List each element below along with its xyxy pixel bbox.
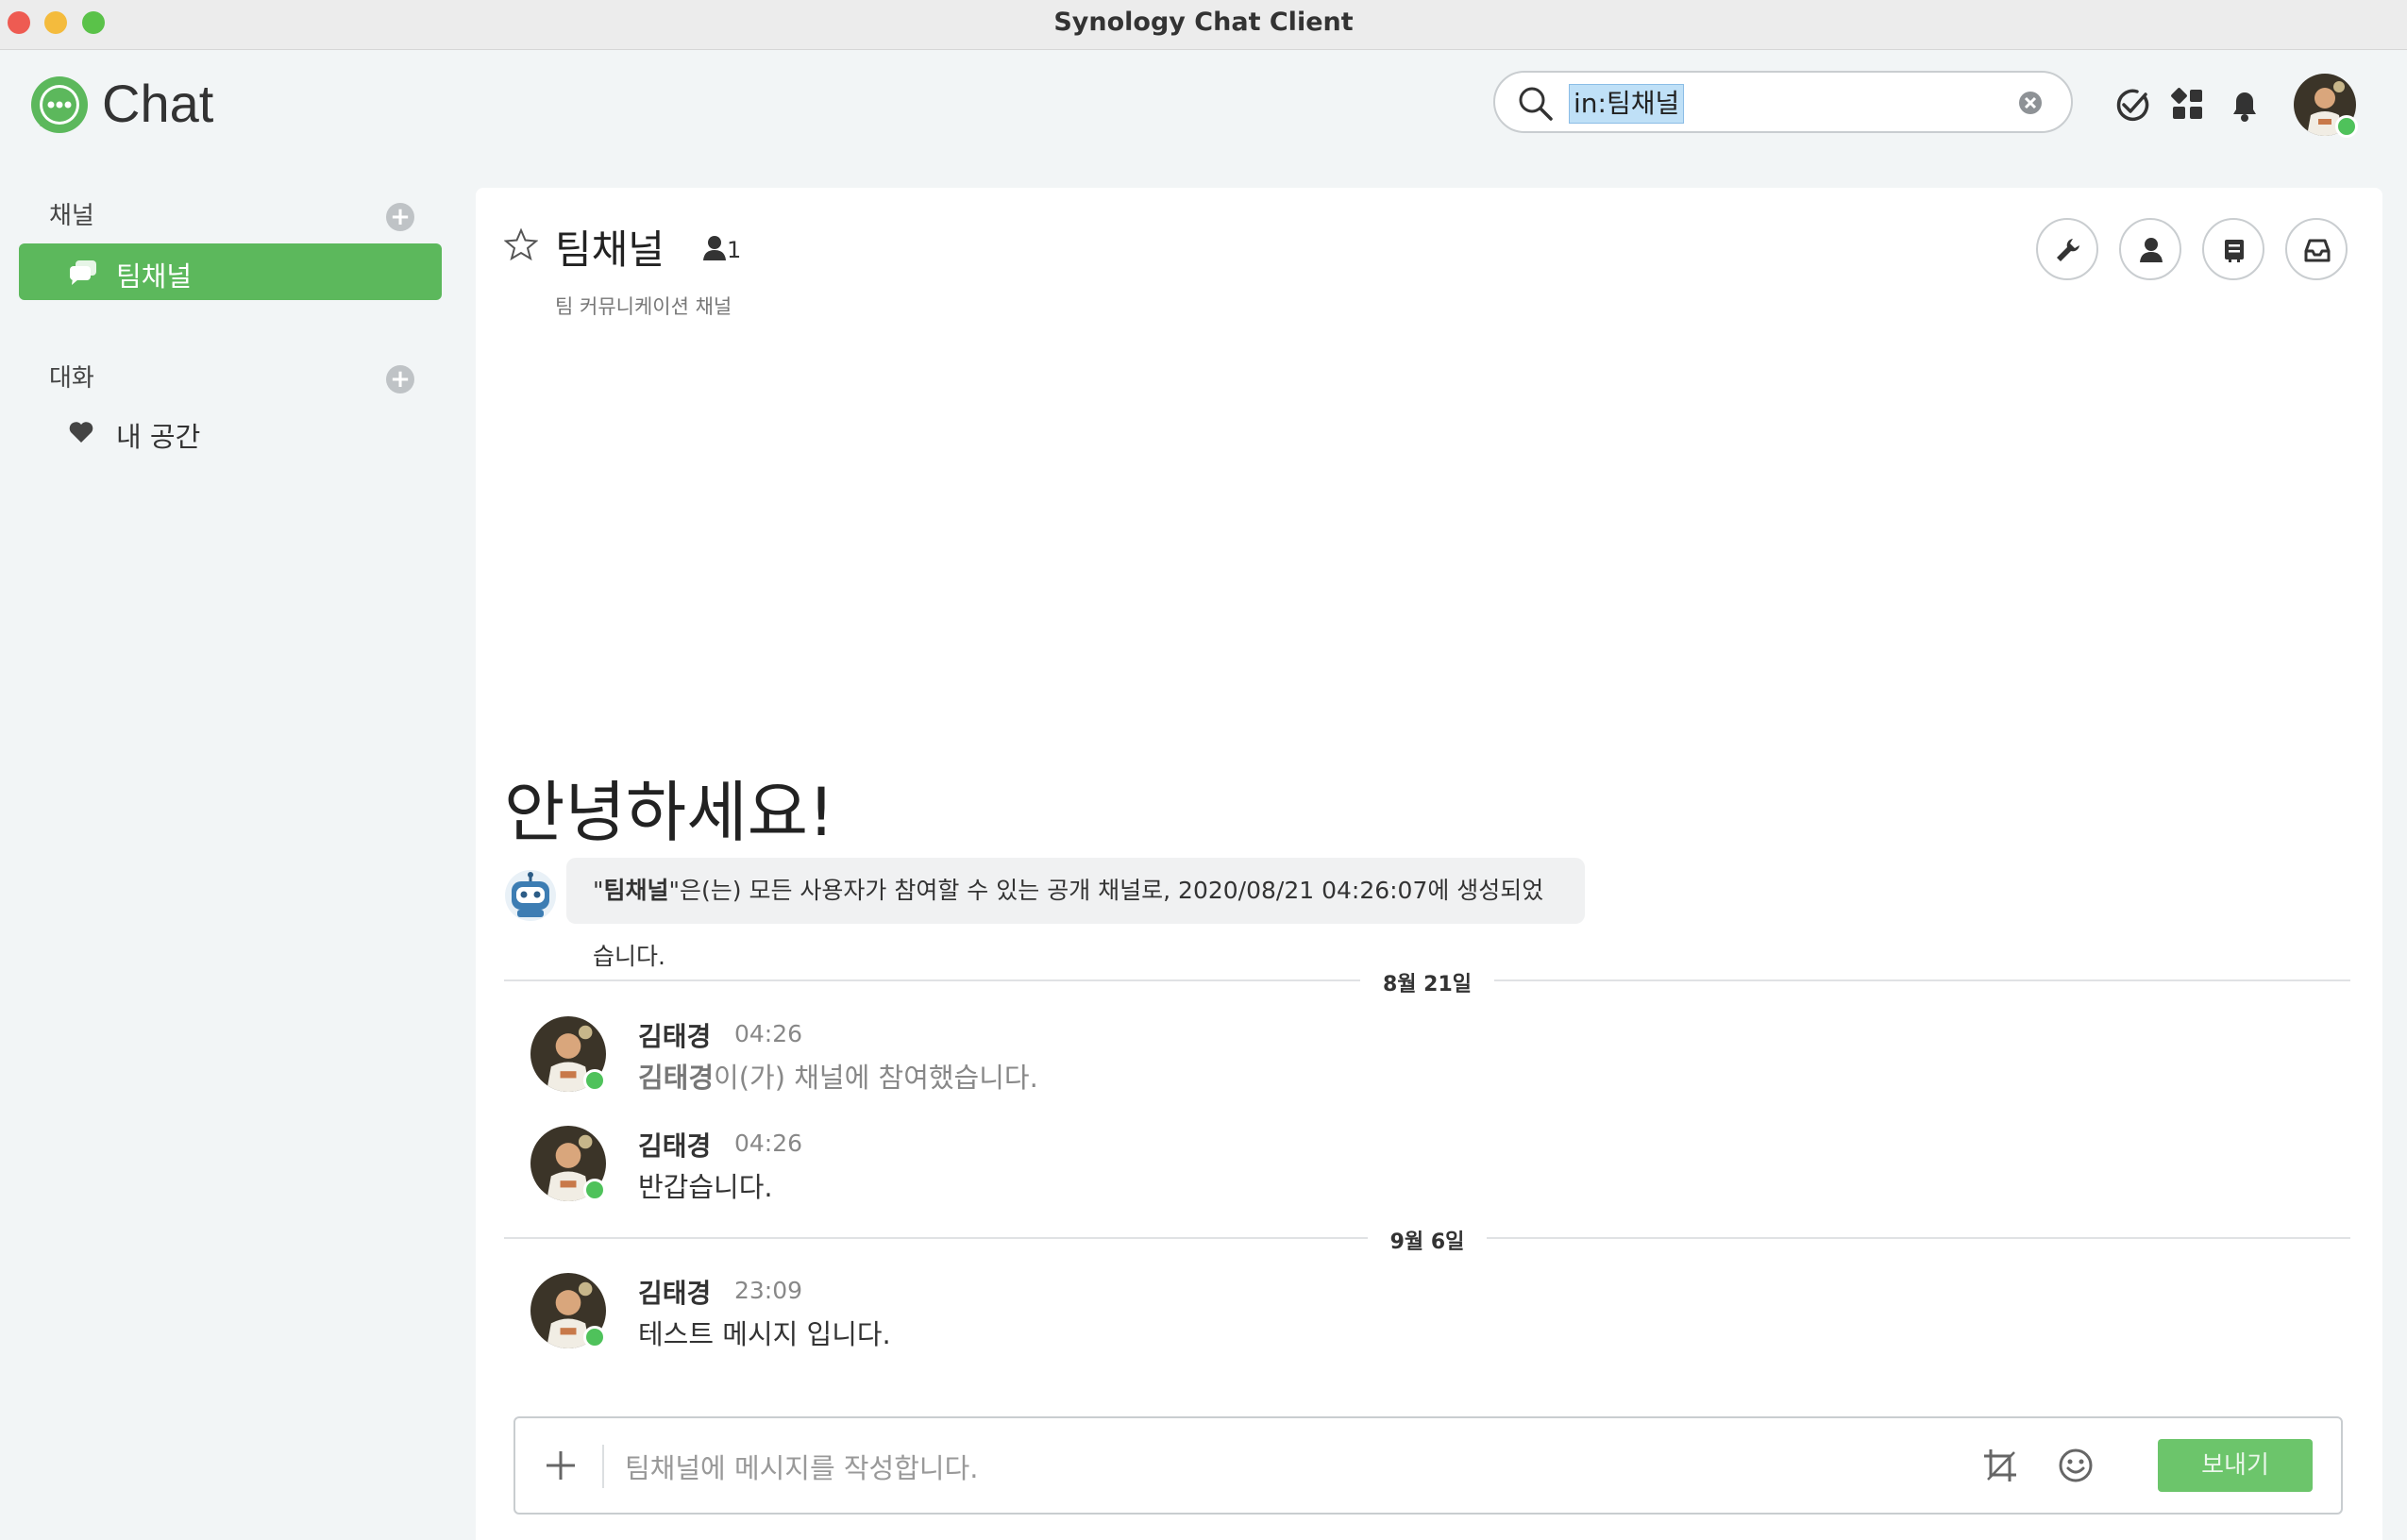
sidebar-item-team-channel[interactable]: 팀채널: [19, 243, 442, 300]
check-circle-icon[interactable]: [2112, 86, 2150, 124]
person-icon: [703, 236, 726, 260]
date-separator: 9월 6일: [504, 1219, 2350, 1257]
emoji-icon[interactable]: [2058, 1448, 2094, 1483]
person-icon: [2140, 238, 2163, 262]
sidebar-item-label: 팀채널: [116, 260, 193, 293]
sidebar-item-label: 내 공간: [116, 421, 201, 453]
channel-title: 팀채널: [555, 226, 665, 273]
inbox-icon: [2304, 239, 2331, 262]
system-message-text: "은(는) 모든 사용자가 참여할 수 있는 공개 채널로, 2020/08/2…: [593, 877, 1544, 970]
user-avatar[interactable]: [2294, 74, 2358, 138]
members-button[interactable]: [2119, 218, 2181, 280]
message-time: 04:26: [734, 1130, 803, 1157]
composer-divider: [602, 1445, 604, 1488]
heart-icon: [69, 422, 93, 443]
search-input[interactable]: in:팀채널: [1493, 71, 2073, 133]
message-input[interactable]: 팀채널에 메시지를 작성합니다.: [625, 1447, 979, 1486]
member-count-value: 1: [727, 237, 742, 263]
message-author[interactable]: 김태경: [638, 1016, 711, 1054]
date-label: 8월 21일: [1359, 973, 1495, 996]
add-conversation-button[interactable]: +: [386, 365, 414, 393]
channel-settings-button[interactable]: [2036, 218, 2098, 280]
search-icon: [1519, 87, 1553, 121]
date-label: 9월 6일: [1367, 1230, 1488, 1254]
member-count[interactable]: 1: [702, 235, 741, 263]
bell-icon[interactable]: [2226, 86, 2264, 124]
avatar[interactable]: [530, 1273, 606, 1348]
search-query[interactable]: in:팀채널: [1569, 84, 1685, 124]
online-status-indicator: [583, 1179, 606, 1201]
plus-icon[interactable]: [544, 1448, 578, 1482]
channel-name-bold: 팀채널: [603, 877, 669, 904]
channels-section-title: 채널: [49, 202, 94, 230]
app-header: Chat in:팀채널: [0, 50, 2407, 161]
message-text: 김태경이(가) 채널에 참여했습니다.: [638, 1056, 1038, 1096]
online-status-indicator: [583, 1326, 606, 1348]
channel-description: 팀 커뮤니케이션 채널: [555, 295, 732, 318]
joined-user-name: 김태경: [638, 1062, 715, 1094]
send-button[interactable]: 보내기: [2158, 1439, 2313, 1492]
app-name: Chat: [102, 74, 214, 133]
quote-mark: ": [593, 877, 604, 904]
message-time: 04:26: [734, 1020, 803, 1047]
avatar[interactable]: [530, 1016, 606, 1092]
avatar[interactable]: [530, 1126, 606, 1201]
bot-avatar-icon: [505, 870, 556, 921]
inbox-button[interactable]: [2285, 218, 2348, 280]
conversations-section-title: 대화: [49, 364, 94, 393]
date-separator: 8월 21일: [504, 962, 2350, 999]
board-button[interactable]: [2202, 218, 2264, 280]
favorite-star-icon[interactable]: [504, 227, 538, 261]
online-status-indicator: [583, 1069, 606, 1092]
sidebar: 채널 + 팀채널 대화 + 내 공간: [0, 162, 472, 1540]
message-text: 테스트 메시지 입니다.: [638, 1318, 891, 1350]
message-item[interactable]: 김태경 04:26 반갑습니다.: [504, 1126, 2298, 1220]
board-icon: [2225, 240, 2244, 262]
channel-panel: 팀채널 1 팀 커뮤니케이션 채널 안녕하세요! "팀채널"은(는) 모든 사용…: [476, 188, 2382, 1540]
channel-icon: [70, 260, 96, 285]
message-text: 반갑습니다.: [638, 1171, 773, 1203]
message-item[interactable]: 김태경 23:09 테스트 메시지 입니다.: [504, 1273, 2298, 1367]
joined-text: 이(가) 채널에 참여했습니다.: [714, 1062, 1038, 1094]
message-time: 23:09: [734, 1277, 803, 1304]
message-author[interactable]: 김태경: [638, 1126, 711, 1163]
welcome-greeting: 안녕하세요!: [504, 774, 835, 851]
window-titlebar: Synology Chat Client: [0, 0, 2407, 50]
wrench-icon: [2057, 239, 2079, 261]
channel-created-message: "팀채널"은(는) 모든 사용자가 참여할 수 있는 공개 채널로, 2020/…: [566, 858, 1585, 970]
message-author[interactable]: 김태경: [638, 1273, 711, 1311]
chat-logo-icon: [31, 76, 88, 133]
message-composer[interactable]: 팀채널에 메시지를 작성합니다. 보내기: [513, 1416, 2343, 1515]
screenshot-crop-icon[interactable]: [1982, 1448, 2018, 1483]
window-title: Synology Chat Client: [1053, 8, 1354, 37]
clear-search-icon[interactable]: [2018, 91, 2043, 115]
add-channel-button[interactable]: +: [386, 203, 414, 231]
sidebar-item-my-space[interactable]: 내 공간: [19, 404, 442, 460]
apps-icon[interactable]: [2169, 86, 2207, 124]
online-status-indicator: [2335, 115, 2358, 138]
message-item[interactable]: 김태경 04:26 김태경이(가) 채널에 참여했습니다.: [504, 1016, 2298, 1111]
